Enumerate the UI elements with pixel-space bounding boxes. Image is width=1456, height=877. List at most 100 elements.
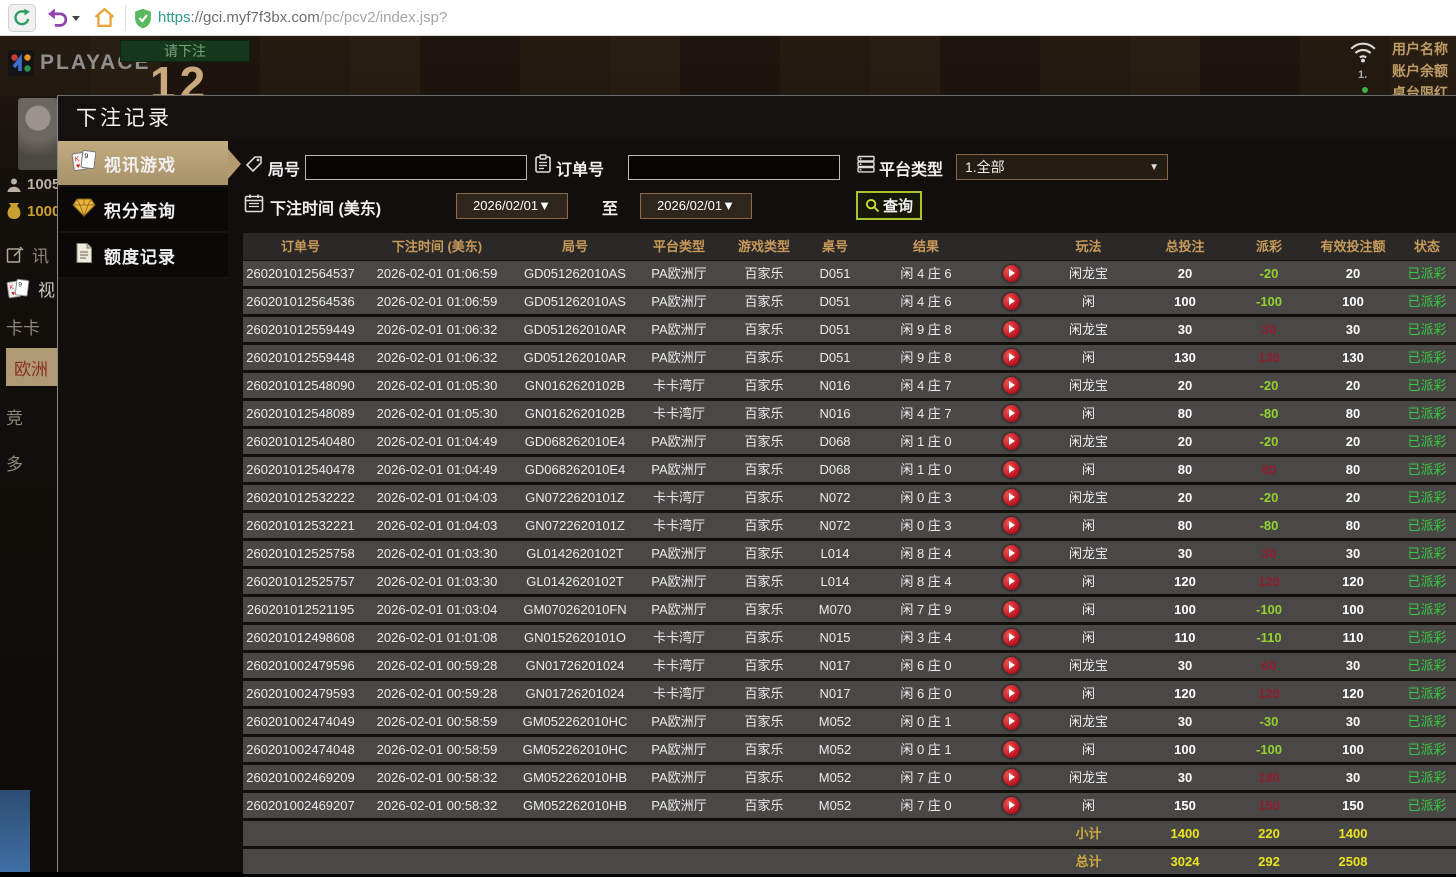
cell-result: 闲 4 庄 7 (866, 401, 986, 426)
table-row: 2602010024740492026-02-01 00:58:59GM0522… (243, 709, 1456, 734)
cell-order-no: 260201012521195 (243, 597, 358, 622)
cell-game-type: 百家乐 (724, 793, 804, 818)
cell-bet-type: 闲 (1036, 513, 1141, 538)
cell-valid-bet: 30 (1309, 317, 1397, 342)
cell-status: 已派彩 (1397, 737, 1456, 762)
cell-platform-type: 卡卡湾厅 (634, 401, 724, 426)
replay-button[interactable] (1003, 461, 1020, 478)
lobby-item-jing[interactable]: 竞 (6, 404, 23, 429)
cell-payout: -100 (1229, 737, 1309, 762)
refresh-button[interactable] (8, 4, 36, 32)
replay-button[interactable] (1003, 601, 1020, 618)
cell-game-no: GN0722620101Z (516, 513, 634, 538)
replay-button[interactable] (1003, 573, 1020, 590)
lobby-item-kaka[interactable]: 卡卡 (6, 314, 40, 339)
replay-button[interactable] (1003, 545, 1020, 562)
replay-button[interactable] (1003, 433, 1020, 450)
cell-total-bet: 30 (1141, 709, 1229, 734)
lobby-item-label: 欧洲 (14, 355, 48, 380)
lobby-item-video[interactable]: K♥ 9 视 (6, 276, 55, 301)
cell-table-no: M052 (804, 765, 866, 790)
url-host: ://gci.myf7f3bx.com (191, 9, 320, 26)
cell-status: 已派彩 (1397, 765, 1456, 790)
cell-game-no: GM052262010HC (516, 709, 634, 734)
replay-button[interactable] (1003, 629, 1020, 646)
cell-replay (986, 261, 1036, 290)
lobby-item-edit[interactable]: 讯 (6, 242, 49, 267)
cell-status: 已派彩 (1397, 261, 1456, 286)
replay-button[interactable] (1003, 293, 1020, 310)
security-shield-icon[interactable] (134, 8, 152, 34)
sidebar-item-points-inquiry[interactable]: 积分查询 (58, 187, 228, 233)
col-header-result: 结果 (866, 233, 986, 260)
subtotal-row: 小计14002201400 (243, 821, 1456, 846)
cell-valid-bet: 20 (1309, 373, 1397, 398)
modal-content: 局号 订单号 平台类型 1.全部 ▼ (228, 141, 1456, 873)
date-from-select[interactable]: 2026/02/01▼ (456, 193, 568, 219)
home-button[interactable] (92, 5, 117, 35)
cell-total-bet: 150 (1141, 793, 1229, 818)
cell-status: 已派彩 (1397, 317, 1456, 342)
cell-order-no: 260201012540480 (243, 429, 358, 454)
undo-dropdown-caret[interactable] (72, 16, 80, 21)
cell-result: 闲 6 庄 0 (866, 681, 986, 706)
info-username-label: 用户名称 (1392, 38, 1456, 60)
cell-valid-bet: 30 (1309, 653, 1397, 678)
url-scheme: https (158, 9, 191, 26)
cell-table-no: D051 (804, 317, 866, 342)
sidebar-item-credit-records[interactable]: 额度记录 (58, 233, 228, 279)
lobby-item-duo[interactable]: 多 (6, 450, 23, 475)
replay-button[interactable] (1003, 265, 1020, 282)
betting-records-modal: 下注记录 K♥ 9 视讯游戏 积分查询 (57, 95, 1456, 872)
replay-button[interactable] (1003, 489, 1020, 506)
game-no-input[interactable] (305, 155, 527, 180)
replay-button[interactable] (1003, 685, 1020, 702)
cell-payout: 30 (1229, 317, 1309, 342)
col-header-order-no: 订单号 (243, 233, 358, 260)
table-row: 2602010125645372026-02-01 01:06:59GD0512… (243, 261, 1456, 286)
cell-bet-type: 闲龙宝 (1036, 261, 1141, 286)
replay-button[interactable] (1003, 713, 1020, 730)
replay-button[interactable] (1003, 769, 1020, 786)
cards-icon: K♥ 9 (6, 278, 30, 300)
cell-status: 已派彩 (1397, 597, 1456, 622)
replay-button[interactable] (1003, 405, 1020, 422)
cell-replay (986, 541, 1036, 570)
cell-bet-type: 闲 (1036, 681, 1141, 706)
replay-button[interactable] (1003, 741, 1020, 758)
replay-button[interactable] (1003, 321, 1020, 338)
cell-bet-time: 2026-02-01 01:05:30 (358, 401, 516, 426)
cell-game-type: 百家乐 (724, 457, 804, 482)
replay-button[interactable] (1003, 349, 1020, 366)
background-panel-corner (0, 790, 30, 872)
undo-button[interactable] (46, 7, 70, 33)
order-no-input[interactable] (628, 155, 840, 180)
address-bar[interactable]: https://gci.myf7f3bx.com/pc/pcv2/index.j… (158, 0, 447, 36)
cell-total-bet: 30 (1141, 317, 1229, 342)
date-to-select[interactable]: 2026/02/01▼ (640, 193, 752, 219)
cell-order-no: 260201002479593 (243, 681, 358, 706)
replay-button[interactable] (1003, 657, 1020, 674)
cell-platform-type: PA欧洲厅 (634, 737, 724, 762)
table-row: 2602010125594482026-02-01 01:06:32GD0512… (243, 345, 1456, 370)
cell-bet-time: 2026-02-01 01:06:32 (358, 345, 516, 370)
replay-button[interactable] (1003, 797, 1020, 814)
cell-bet-type: 闲 (1036, 625, 1141, 650)
lobby-item-europe[interactable]: 欧洲 (6, 348, 57, 386)
replay-button[interactable] (1003, 377, 1020, 394)
cell-result: 闲 7 庄 0 (866, 765, 986, 790)
replay-button[interactable] (1003, 517, 1020, 534)
cell-platform-type: 卡卡湾厅 (634, 485, 724, 510)
refresh-icon (12, 8, 32, 28)
cell-payout: -110 (1229, 625, 1309, 650)
platform-type-select[interactable]: 1.全部 ▼ (956, 154, 1168, 180)
cell-total-bet: 30 (1141, 765, 1229, 790)
cell-valid-bet: 110 (1309, 625, 1397, 650)
sidebar-item-video-games[interactable]: K♥ 9 视讯游戏 (58, 141, 228, 187)
col-header-valid-bet: 有效投注额 (1309, 233, 1397, 260)
calendar-icon (244, 193, 264, 218)
search-button[interactable]: 查询 (856, 191, 922, 220)
col-header-bet-type: 玩法 (1036, 233, 1141, 260)
cell-status: 已派彩 (1397, 541, 1456, 566)
col-header-bet-time: 下注时间 (美东) (358, 233, 516, 260)
